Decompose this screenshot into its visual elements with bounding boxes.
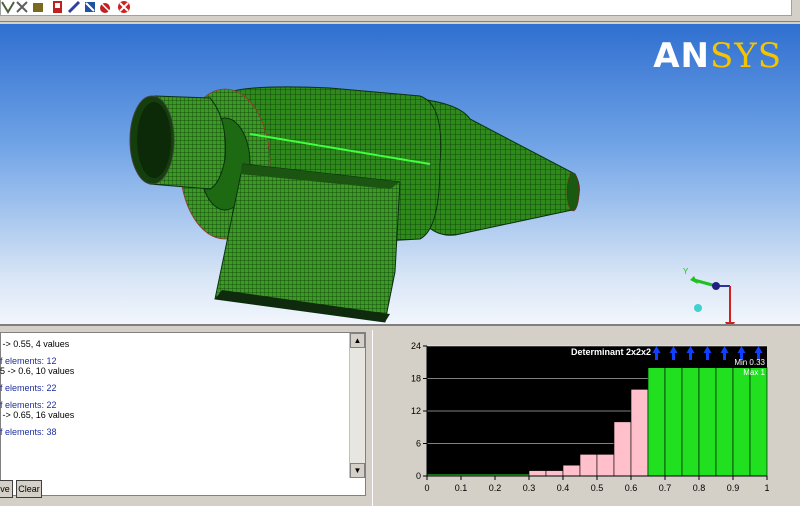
histogram-bar [528,470,547,477]
graphics-viewport[interactable]: Y ANSYS [0,24,800,324]
max-label: Max 1 [743,368,765,377]
histogram-bar [545,470,564,477]
y-tick-label: 0 [416,471,421,481]
y-tick-label: 6 [416,439,421,449]
histogram-bar [613,421,632,477]
histogram-bar [749,367,768,477]
tool-icon-5[interactable] [67,0,82,14]
toolbar [0,0,800,22]
tool-icon-8[interactable] [117,0,132,14]
tool-icon-6[interactable] [83,0,98,14]
y-tick-label: 24 [411,341,421,351]
histogram-bar [698,367,717,477]
tool-icon-2[interactable] [15,0,30,14]
vertical-scrollbar[interactable]: ▲ ▼ [349,333,365,478]
x-tick-label: 1 [764,483,769,493]
x-tick-label: 0.1 [455,483,468,493]
histogram-bar [562,464,581,477]
histogram-bar [630,389,649,477]
ansys-logo: ANSYS [653,36,782,76]
x-tick-label: 0.8 [693,483,706,493]
histogram-bar [664,367,683,477]
message-line: of elements: 22 [0,383,57,393]
tool-icon-3[interactable] [31,0,46,14]
axis-label-y: Y [683,267,689,276]
x-tick-label: 0.9 [727,483,740,493]
message-line: 55 -> 0.6, 10 values [0,366,75,376]
message-line: 5 -> 0.55, 4 values [0,339,70,349]
message-line: 5 -> 0.65, 16 values [0,410,75,420]
x-tick-label: 0.5 [591,483,604,493]
message-line: of elements: 38 [0,427,57,437]
x-tick-label: 0.2 [489,483,502,493]
histogram-bar [596,454,615,477]
tool-icon-4[interactable] [51,0,66,14]
scroll-down-button[interactable]: ▼ [350,463,365,478]
histogram-bar [647,367,666,477]
tool-icon-7[interactable] [99,0,114,14]
min-label: Min 0.33 [734,358,765,367]
toolbar-strip [0,0,792,16]
clear-button[interactable]: Clear [16,480,42,498]
chart-title: Determinant 2x2x2 [571,347,651,357]
x-tick-label: 0.4 [557,483,570,493]
histogram-bar [681,367,700,477]
histogram-bar [715,367,734,477]
message-list: 5 -> 0.55, 4 values of elements: 12 55 -> … [0,332,366,498]
save-button[interactable]: ve [0,480,13,498]
histogram-bar [579,454,598,477]
histogram-chart[interactable]: 0 6 12 18 24 0 0.1 0.2 0.3 0.4 0.5 0.6 0.7 0.8 0.9 1 Det… [373,330,800,506]
x-tick-label: 0 [424,483,429,493]
y-tick-label: 18 [411,374,421,384]
message-text: 5 -> 0.55, 4 values of elements: 12 55 -> … [0,339,341,437]
message-line: of elements: 22 [0,400,57,410]
message-line: of elements: 12 [0,356,57,366]
y-tick-label: 12 [411,406,421,416]
x-tick-label: 0.7 [659,483,672,493]
tool-icon-1[interactable] [1,0,16,14]
bottom-panel: 5 -> 0.55, 4 values of elements: 12 55 -> … [0,324,800,506]
x-tick-label: 0.6 [625,483,638,493]
x-tick-label: 0.3 [523,483,536,493]
histogram-panel: 0 6 12 18 24 0 0.1 0.2 0.3 0.4 0.5 0.6 0.7 0.8 0.9 1 Det… [372,330,800,506]
scroll-up-button[interactable]: ▲ [350,333,365,348]
histogram-bar [732,367,751,477]
